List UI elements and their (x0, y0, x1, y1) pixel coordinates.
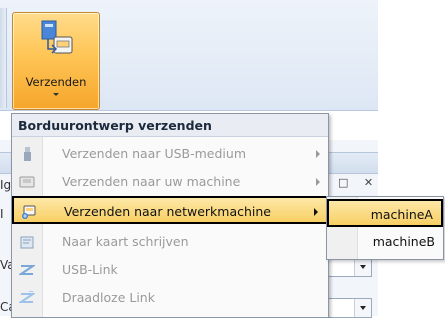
card-icon (20, 236, 34, 249)
submenu-item-machine-b[interactable]: machineB (327, 228, 443, 256)
send-button[interactable]: Verzenden (12, 12, 100, 110)
machine-icon (19, 176, 35, 188)
menu-item-label: Verzenden naar netwerkmachine (64, 204, 271, 219)
background-fragment: Ig (0, 178, 12, 192)
menu-item-label: Verzenden naar USB-medium (62, 146, 247, 161)
network-machine-submenu: machineA machineB (326, 196, 444, 260)
menu-item-label: Verzenden naar uw machine (62, 174, 241, 189)
submenu-arrow-icon (316, 178, 320, 186)
submenu-item-label: machineB (372, 234, 435, 249)
menu-item-label: Draadloze Link (62, 290, 155, 305)
menu-item-label: Naar kaart schrijven (62, 234, 189, 249)
usb-link-icon (19, 265, 35, 275)
chevron-down-icon (53, 93, 59, 96)
usb-icon (24, 147, 31, 161)
menu-item-label: USB-Link (62, 262, 118, 277)
menu-item-network-machine[interactable]: Verzenden naar netwerkmachine (12, 196, 328, 224)
ribbon-edge (0, 8, 7, 108)
send-to-machine-icon (41, 20, 73, 54)
submenu-arrow-icon (316, 150, 320, 158)
wireless-link-icon (19, 290, 35, 303)
send-menu: Borduurontwerp verzenden Verzenden naar … (11, 113, 329, 318)
menu-item-write-card[interactable]: Naar kaart schrijven (12, 228, 328, 256)
submenu-arrow-icon (314, 208, 318, 216)
submenu-item-machine-a[interactable]: machineA (327, 199, 443, 227)
submenu-item-label: machineA (370, 207, 433, 222)
menu-item-usb-medium[interactable]: Verzenden naar USB-medium (12, 140, 328, 168)
menu-item-usb-link[interactable]: USB-Link (12, 256, 328, 284)
menu-header: Borduurontwerp verzenden (12, 114, 328, 137)
menu-item-wireless-link[interactable]: Draadloze Link (12, 284, 328, 312)
panel-window-buttons[interactable]: □ ✕ (338, 176, 379, 189)
menu-item-your-machine[interactable]: Verzenden naar uw machine (12, 168, 328, 196)
send-button-label: Verzenden (25, 75, 87, 89)
network-machine-icon (22, 205, 36, 219)
background-fragment: I (0, 207, 4, 221)
